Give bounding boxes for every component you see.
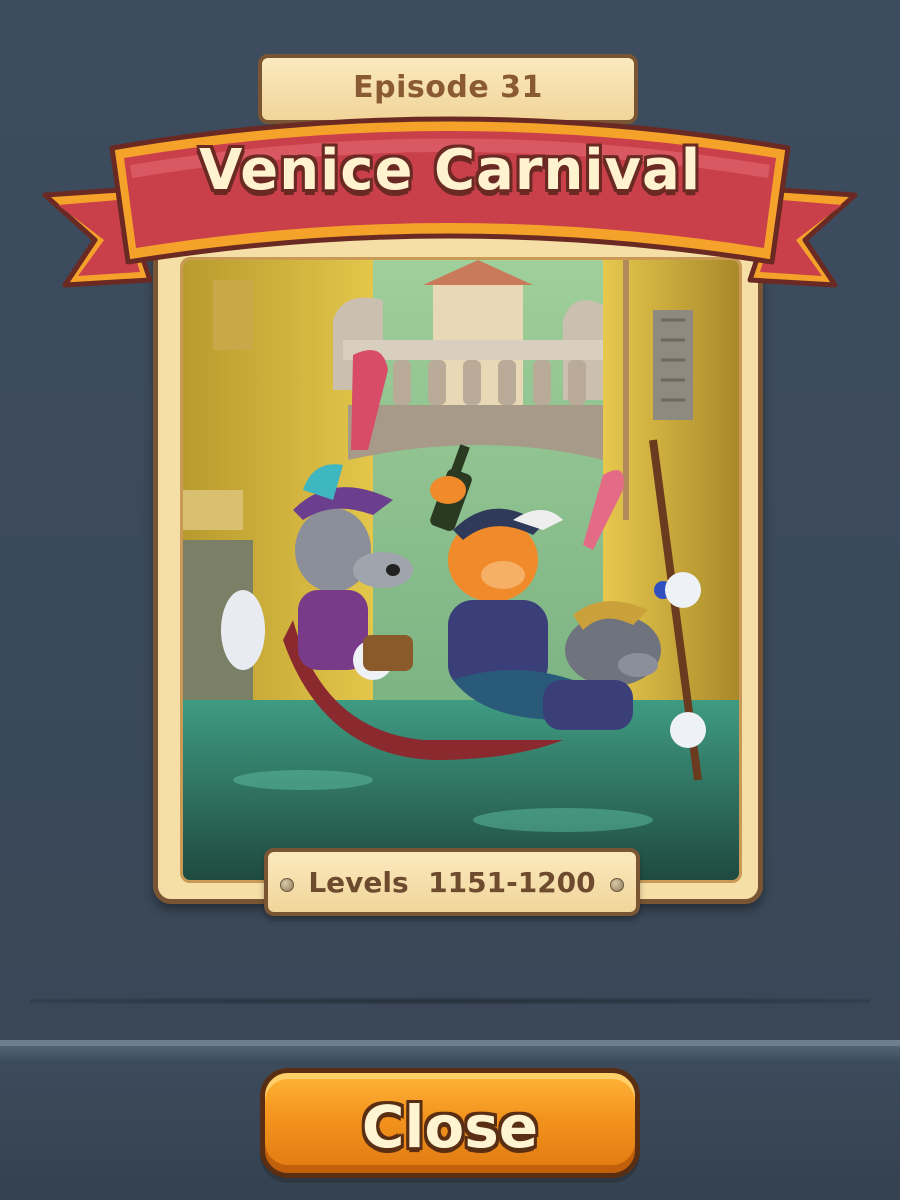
levels-range: Levels 1151-1200	[308, 866, 596, 899]
divider	[30, 998, 870, 1004]
close-button-label: Close	[361, 1093, 539, 1161]
bottom-bar-edge	[0, 1040, 900, 1046]
levels-plate: Levels 1151-1200	[264, 848, 640, 916]
episode-illustration	[180, 257, 742, 883]
episode-card	[153, 232, 763, 904]
venice-scene-image	[183, 260, 739, 880]
close-button[interactable]: Close	[260, 1068, 640, 1178]
episode-title: Venice Carnival	[198, 138, 702, 203]
